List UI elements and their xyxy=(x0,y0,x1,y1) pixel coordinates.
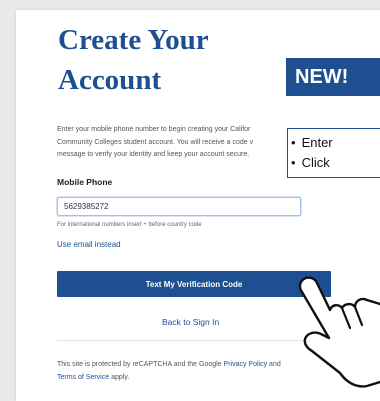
privacy-policy-link[interactable]: Privacy Policy xyxy=(224,361,268,368)
text-verification-code-button[interactable]: Text My Verification Code xyxy=(57,271,331,297)
phone-hint: For international numbers insert + befor… xyxy=(57,222,202,228)
intro-line-3: message to verify your identity and keep… xyxy=(57,151,250,158)
page-title: Create Your Account xyxy=(58,20,209,100)
intro-line-1: Enter your mobile phone number to begin … xyxy=(57,126,251,133)
callout-item-label: Enter xyxy=(301,135,333,150)
callout-item-click: • Click xyxy=(291,153,380,173)
callout-item-label: Click xyxy=(301,155,330,170)
terms-of-service-link[interactable]: Terms of Service xyxy=(57,374,109,381)
callout-item-enter: • Enter xyxy=(291,133,380,153)
new-badge: NEW! xyxy=(286,58,380,96)
intro-text: Enter your mobile phone number to begin … xyxy=(57,124,307,162)
page-title-line-2: Account xyxy=(58,64,162,96)
footer-divider xyxy=(57,340,331,341)
mobile-phone-label: Mobile Phone xyxy=(57,177,113,187)
back-to-sign-in-link[interactable]: Back to Sign In xyxy=(162,317,219,327)
pointing-hand-icon xyxy=(298,276,380,388)
recaptcha-text-2: and xyxy=(267,361,281,368)
recaptcha-text-1: This site is protected by reCAPTCHA and … xyxy=(57,361,224,368)
recaptcha-notice: This site is protected by reCAPTCHA and … xyxy=(57,358,287,384)
bullet-icon: • xyxy=(291,155,296,170)
intro-line-2: Community Colleges student account. You … xyxy=(57,138,254,146)
recaptcha-text-3: apply. xyxy=(109,374,130,381)
mobile-phone-input[interactable] xyxy=(57,197,301,216)
use-email-instead-link[interactable]: Use email instead xyxy=(57,240,121,249)
bullet-icon: • xyxy=(291,135,296,150)
instruction-callout: • Enter • Click xyxy=(287,128,380,178)
page-title-line-1: Create Your xyxy=(58,24,209,56)
